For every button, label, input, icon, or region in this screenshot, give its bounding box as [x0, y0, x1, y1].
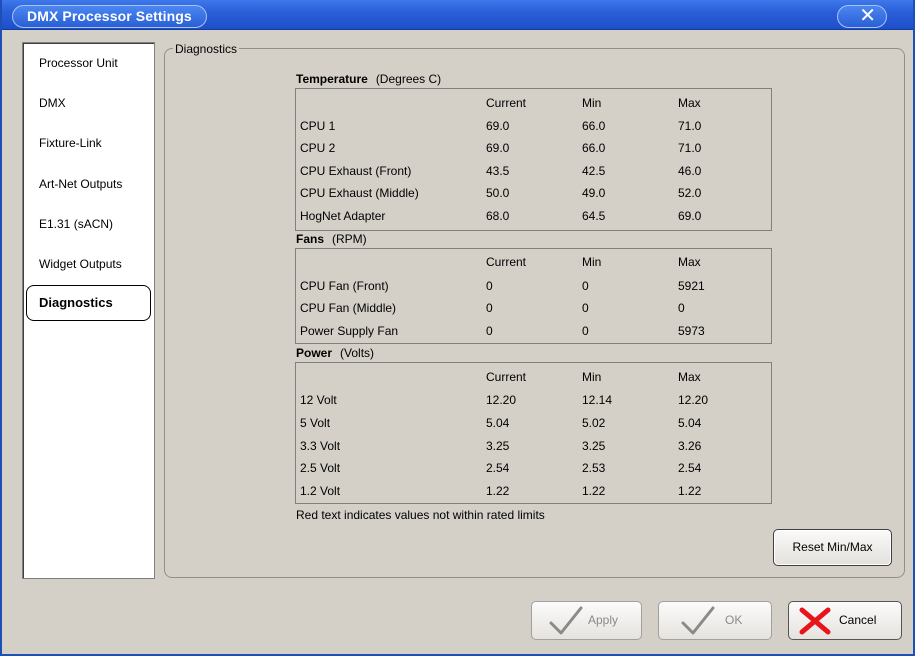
check-icon [681, 606, 715, 635]
fans-col-current: Current [486, 255, 527, 269]
table-row-current: 1.22 [486, 484, 510, 498]
table-row-max: 46.0 [678, 164, 702, 178]
table-row-min: 2.53 [582, 461, 606, 475]
fans-title: Fans [296, 232, 325, 246]
table-row-current: 12.20 [486, 393, 517, 407]
table-row-current: 68.0 [486, 209, 510, 223]
table-row-min: 66.0 [582, 141, 606, 155]
power-col-max: Max [678, 370, 701, 384]
table-row-current: 0 [486, 324, 493, 338]
table-row-name: HogNet Adapter [300, 209, 386, 223]
table-row-name: 1.2 Volt [300, 484, 341, 498]
table-row-max: 12.20 [678, 393, 709, 407]
power-col-min: Min [582, 370, 602, 384]
power-title: Power [296, 346, 333, 360]
table-row-max: 0 [678, 301, 685, 315]
fans-section-title: Fans (RPM) [296, 232, 367, 246]
table-row-name: CPU Exhaust (Middle) [300, 186, 419, 200]
table-row-name: 2.5 Volt [300, 461, 341, 475]
table-row-min: 12.14 [582, 393, 613, 407]
power-col-current: Current [486, 370, 527, 384]
table-row-max: 5921 [678, 279, 705, 293]
ok-button[interactable]: OK [658, 601, 772, 640]
nav-item-processor-unit[interactable]: Processor Unit [39, 53, 118, 73]
table-row-min: 3.25 [582, 439, 606, 453]
table-row-name: CPU Fan (Front) [300, 279, 389, 293]
cancel-button[interactable]: Cancel [788, 601, 902, 640]
table-row-max: 5973 [678, 324, 705, 338]
table-row-min: 5.02 [582, 416, 606, 430]
cross-icon [799, 607, 831, 635]
table-row-max: 5.04 [678, 416, 702, 430]
table-row-min: 0 [582, 324, 589, 338]
table-row-max: 2.54 [678, 461, 702, 475]
table-row-current: 50.0 [486, 186, 510, 200]
table-row-max: 69.0 [678, 209, 702, 223]
table-row-min: 1.22 [582, 484, 606, 498]
table-row-current: 2.54 [486, 461, 510, 475]
diagnostics-group-label: Diagnostics [173, 42, 240, 56]
table-row-current: 5.04 [486, 416, 510, 430]
temperature-col-min: Min [582, 96, 602, 110]
table-row-max: 52.0 [678, 186, 702, 200]
limits-note: Red text indicates values not within rat… [296, 508, 545, 522]
power-section-title: Power (Volts) [296, 346, 374, 360]
table-row-current: 3.25 [486, 439, 510, 453]
fans-col-min: Min [582, 255, 602, 269]
table-row-min: 0 [582, 279, 589, 293]
temperature-col-max: Max [678, 96, 701, 110]
table-row-min: 66.0 [582, 119, 606, 133]
nav-item-dmx[interactable]: DMX [39, 93, 66, 113]
title-bar[interactable]: DMX Processor Settings ✕ [2, 0, 913, 30]
table-row-name: 5 Volt [300, 416, 331, 430]
table-row-min: 0 [582, 301, 589, 315]
table-row-name: CPU Fan (Middle) [300, 301, 397, 315]
settings-nav: Processor Unit DMX Fixture-Link Art-Net … [22, 42, 155, 579]
fans-unit: (RPM) [332, 232, 367, 246]
close-icon: ✕ [859, 5, 876, 27]
table-row-max: 1.22 [678, 484, 702, 498]
table-row-name: CPU 1 [300, 119, 336, 133]
table-row-name: CPU Exhaust (Front) [300, 164, 412, 178]
nav-item-diagnostics[interactable]: Diagnostics [26, 285, 151, 321]
table-row-current: 43.5 [486, 164, 510, 178]
window-title: DMX Processor Settings [12, 5, 207, 28]
table-row-min: 64.5 [582, 209, 606, 223]
power-unit: (Volts) [340, 346, 375, 360]
table-row-name: 3.3 Volt [300, 439, 341, 453]
check-icon [549, 606, 583, 635]
dmx-processor-settings-window: DMX Processor Settings ✕ Processor Unit … [0, 0, 915, 656]
temperature-section-title: Temperature (Degrees C) [296, 72, 441, 86]
close-button[interactable]: ✕ [837, 5, 887, 28]
table-row-current: 0 [486, 279, 493, 293]
table-row-current: 69.0 [486, 119, 510, 133]
fans-col-max: Max [678, 255, 701, 269]
table-row-current: 0 [486, 301, 493, 315]
nav-item-widget-outputs[interactable]: Widget Outputs [39, 254, 122, 274]
table-row-name: Power Supply Fan [300, 324, 399, 338]
table-row-max: 71.0 [678, 119, 702, 133]
nav-item-fixture-link[interactable]: Fixture-Link [39, 133, 102, 153]
table-row-max: 71.0 [678, 141, 702, 155]
temperature-col-current: Current [486, 96, 527, 110]
ok-label: OK [725, 613, 743, 627]
table-row-current: 69.0 [486, 141, 510, 155]
nav-item-art-net-outputs[interactable]: Art-Net Outputs [39, 174, 122, 194]
temperature-unit: (Degrees C) [375, 72, 442, 86]
table-row-name: CPU 2 [300, 141, 336, 155]
reset-min-max-button[interactable]: Reset Min/Max [773, 529, 892, 566]
nav-item-e131-sacn[interactable]: E1.31 (sACN) [39, 214, 113, 234]
apply-label: Apply [588, 613, 619, 627]
table-row-max: 3.26 [678, 439, 702, 453]
cancel-label: Cancel [839, 613, 877, 627]
table-row-min: 49.0 [582, 186, 606, 200]
apply-button[interactable]: Apply [531, 601, 642, 640]
table-row-min: 42.5 [582, 164, 606, 178]
temperature-title: Temperature [296, 72, 368, 86]
table-row-name: 12 Volt [300, 393, 337, 407]
